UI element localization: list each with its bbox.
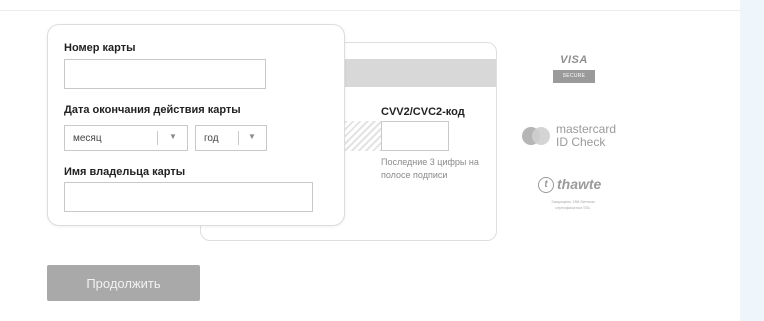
mastercard-id-check-text: ID Check bbox=[556, 135, 606, 149]
mastercard-id-check-logo: mastercard ID Check bbox=[522, 122, 632, 152]
thawte-mark-icon: t bbox=[538, 177, 554, 193]
visa-wordmark: VISA bbox=[560, 54, 588, 66]
visa-secure-badge: SECURE bbox=[553, 70, 595, 83]
continue-button[interactable]: Продолжить bbox=[47, 265, 200, 301]
card-number-label: Номер карты bbox=[64, 42, 136, 54]
right-gutter bbox=[740, 0, 764, 321]
signature-strip bbox=[345, 121, 381, 151]
mastercard-wordmark: mastercard bbox=[556, 122, 617, 136]
thawte-wordmark: thawte bbox=[557, 176, 602, 192]
cvv-hint: Последние 3 цифры на полосе подписи bbox=[381, 157, 479, 180]
chevron-down-icon: ▼ bbox=[169, 132, 177, 141]
cardholder-label: Имя владельца карты bbox=[64, 166, 186, 178]
month-select-value: месяц bbox=[73, 133, 102, 144]
thawte-fine-print: Защищено 256-битным сертификатом SSL bbox=[551, 199, 595, 210]
mastercard-circles-icon bbox=[522, 127, 550, 145]
month-select[interactable]: месяц ▼ bbox=[64, 125, 188, 151]
chevron-down-icon: ▼ bbox=[248, 132, 256, 141]
top-divider bbox=[0, 10, 740, 11]
visa-secure-logo: VISA SECURE bbox=[553, 54, 595, 83]
expiry-label: Дата окончания действия карты bbox=[64, 104, 241, 116]
month-select-divider bbox=[157, 131, 158, 145]
cardholder-input[interactable] bbox=[64, 182, 313, 212]
year-select-value: год bbox=[204, 133, 219, 144]
card-number-input[interactable] bbox=[64, 59, 266, 89]
cvv-input[interactable] bbox=[381, 121, 449, 151]
cvv-label: CVV2/CVC2-код bbox=[381, 106, 465, 118]
year-select-divider bbox=[238, 131, 239, 145]
card-front-panel: Номер карты Дата окончания действия карт… bbox=[47, 24, 345, 226]
year-select[interactable]: год ▼ bbox=[195, 125, 267, 151]
